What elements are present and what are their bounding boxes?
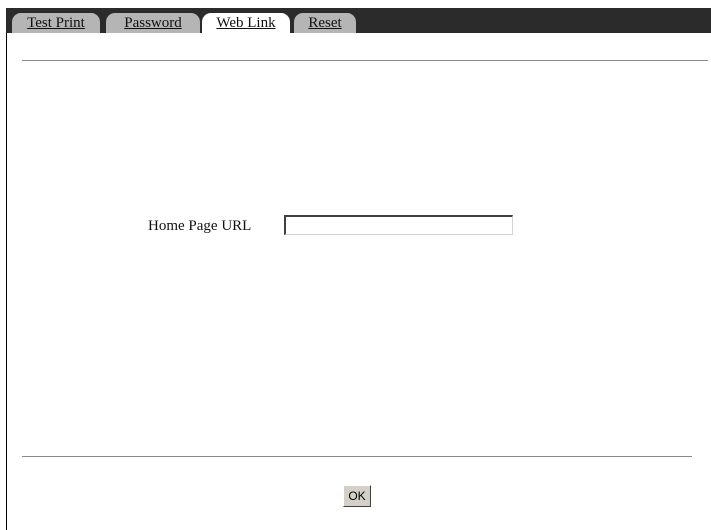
tab-test-print[interactable]: Test Print bbox=[12, 13, 100, 33]
tab-web-link[interactable]: Web Link bbox=[202, 13, 290, 33]
tab-strip: Test Print Password Web Link Reset bbox=[6, 8, 711, 33]
web-link-settings-page: Test Print Password Web Link Reset Home … bbox=[0, 0, 711, 530]
left-frame-border bbox=[6, 8, 7, 530]
bottom-divider bbox=[22, 456, 692, 457]
top-divider bbox=[22, 60, 708, 61]
tab-reset[interactable]: Reset bbox=[294, 13, 356, 33]
home-page-url-label: Home Page URL bbox=[148, 218, 252, 234]
home-page-url-input[interactable] bbox=[284, 215, 513, 235]
ok-button[interactable]: OK bbox=[343, 485, 371, 507]
tab-password[interactable]: Password bbox=[106, 13, 200, 33]
